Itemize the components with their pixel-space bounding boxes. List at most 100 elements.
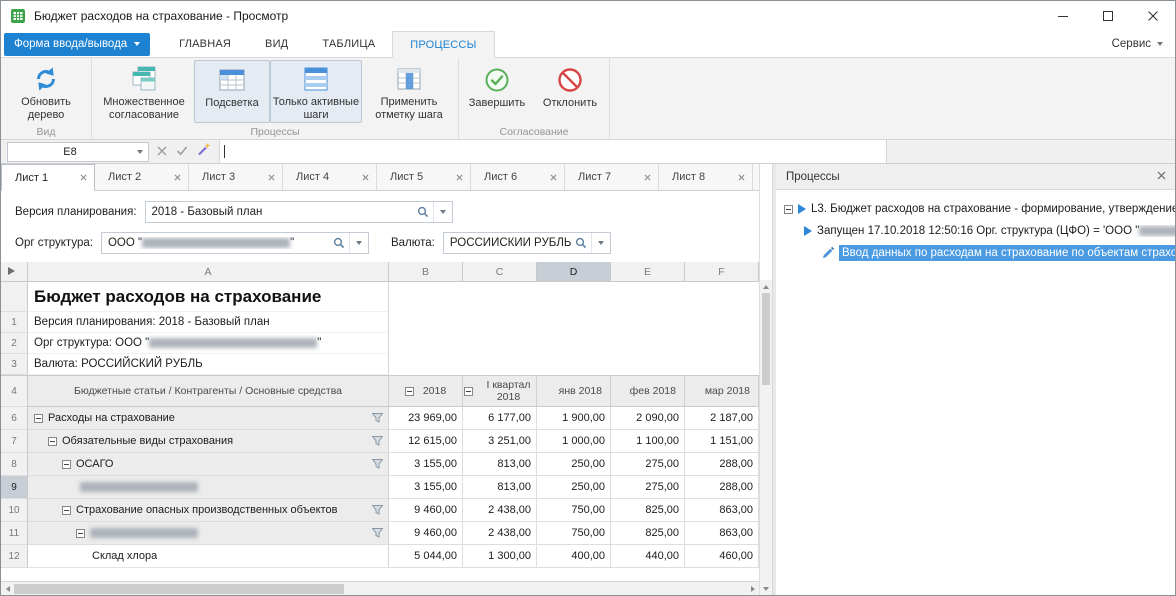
value-cell[interactable]: 1 000,00: [537, 430, 611, 453]
scrollbar-thumb[interactable]: [762, 293, 770, 385]
scroll-up-icon[interactable]: [760, 280, 772, 293]
tab-vid[interactable]: ВИД: [248, 31, 305, 58]
value-cell[interactable]: 1 151,00: [685, 430, 759, 453]
confirm-entry-icon[interactable]: [176, 143, 188, 161]
value-cell[interactable]: 12 615,00: [389, 430, 463, 453]
value-cell[interactable]: 2 090,00: [611, 407, 685, 430]
month-header-cell[interactable]: фев 2018: [611, 376, 685, 407]
value-cell[interactable]: 2 187,00: [685, 407, 759, 430]
row-header[interactable]: 2: [1, 333, 28, 354]
value-cell[interactable]: 440,00: [611, 545, 685, 568]
value-cell[interactable]: 3 251,00: [463, 430, 537, 453]
row-header[interactable]: 11: [1, 522, 28, 545]
value-cell[interactable]: 460,00: [685, 545, 759, 568]
row-header[interactable]: 4: [1, 376, 28, 407]
budget-item-cell[interactable]: Страхование опасных производственных объ…: [28, 499, 389, 522]
horizontal-scrollbar[interactable]: [1, 581, 759, 595]
budget-item-cell[interactable]: Склад хлора: [28, 545, 389, 568]
scroll-right-icon[interactable]: [746, 582, 759, 595]
row-header[interactable]: 3: [1, 354, 28, 375]
filter-icon[interactable]: [372, 528, 383, 538]
column-header-d[interactable]: D: [537, 262, 611, 282]
month-header-cell[interactable]: мар 2018: [685, 376, 759, 407]
process-instance-item[interactable]: Запущен 17.10.2018 12:50:16 Орг. структу…: [776, 220, 1175, 242]
process-tree-root[interactable]: L3. Бюджет расходов на страхование - фор…: [776, 198, 1175, 220]
close-icon[interactable]: [268, 174, 275, 181]
scroll-down-icon[interactable]: [760, 582, 772, 595]
org-info-cell[interactable]: Орг структура: ООО "": [28, 333, 389, 354]
multi-approval-button[interactable]: Множественное согласование: [94, 60, 194, 123]
row-header[interactable]: 8: [1, 453, 28, 476]
formula-input[interactable]: [219, 140, 887, 163]
value-cell[interactable]: 3 155,00: [389, 476, 463, 499]
value-cell[interactable]: 288,00: [685, 453, 759, 476]
active-steps-only-button[interactable]: Только активные шаги: [270, 60, 362, 123]
column-header-a[interactable]: A: [28, 262, 389, 282]
maximize-button[interactable]: [1085, 1, 1130, 31]
close-icon[interactable]: [738, 174, 745, 181]
filter-icon[interactable]: [372, 505, 383, 515]
tab-tablica[interactable]: ТАБЛИЦА: [305, 31, 392, 58]
collapse-icon[interactable]: [76, 529, 85, 538]
cell-reference-box[interactable]: E8: [7, 142, 149, 162]
sheet-tab-8[interactable]: Лист 8: [659, 164, 753, 190]
value-cell[interactable]: 1 300,00: [463, 545, 537, 568]
search-icon[interactable]: [330, 233, 349, 253]
close-icon[interactable]: [80, 174, 87, 181]
close-icon[interactable]: [362, 174, 369, 181]
year-header-cell[interactable]: 2018: [389, 376, 463, 407]
process-step-item[interactable]: Ввод данных по расходам на страхование п…: [776, 242, 1175, 264]
value-cell[interactable]: 5 044,00: [389, 545, 463, 568]
cancel-entry-icon[interactable]: [157, 143, 167, 161]
org-structure-lookup-field[interactable]: ООО "": [101, 232, 369, 254]
row-header[interactable]: [1, 282, 28, 312]
tab-processy[interactable]: ПРОЦЕССЫ: [392, 31, 494, 58]
value-cell[interactable]: 6 177,00: [463, 407, 537, 430]
sheet-tab-5[interactable]: Лист 5: [377, 164, 471, 190]
close-button[interactable]: [1130, 1, 1175, 31]
scrollbar-thumb[interactable]: [14, 584, 344, 594]
value-cell[interactable]: 3 155,00: [389, 453, 463, 476]
collapse-icon[interactable]: [784, 205, 793, 214]
collapse-icon[interactable]: [48, 437, 57, 446]
value-cell[interactable]: 2 438,00: [463, 499, 537, 522]
hierarchy-header-cell[interactable]: Бюджетные статьи / Контрагенты / Основны…: [28, 376, 389, 407]
value-cell[interactable]: 863,00: [685, 499, 759, 522]
value-cell[interactable]: 825,00: [611, 522, 685, 545]
empty-cells[interactable]: [389, 282, 759, 312]
sheet-tab-2[interactable]: Лист 2: [95, 164, 189, 190]
value-cell[interactable]: 750,00: [537, 499, 611, 522]
column-header-b[interactable]: B: [389, 262, 463, 282]
sheet-tab-1[interactable]: Лист 1: [1, 164, 95, 191]
form-io-menu-button[interactable]: Форма ввода/вывода: [4, 33, 150, 56]
empty-cells[interactable]: [389, 333, 759, 354]
empty-cells[interactable]: [389, 312, 759, 333]
row-header[interactable]: 10: [1, 499, 28, 522]
chevron-down-icon[interactable]: [132, 150, 148, 154]
value-cell[interactable]: 750,00: [537, 522, 611, 545]
empty-cells[interactable]: [389, 354, 759, 375]
month-header-cell[interactable]: янв 2018: [537, 376, 611, 407]
budget-item-cell[interactable]: Расходы на страхование: [28, 407, 389, 430]
chevron-down-icon[interactable]: [433, 202, 452, 222]
report-title-cell[interactable]: Бюджет расходов на страхование: [28, 282, 389, 312]
tab-glavnaya[interactable]: ГЛАВНАЯ: [162, 31, 248, 58]
minimize-button[interactable]: [1040, 1, 1085, 31]
row-header-selected[interactable]: 9: [1, 476, 28, 499]
currency-info-cell[interactable]: Валюта: РОССИЙСКИЙ РУБЛЬ: [28, 354, 389, 375]
value-cell[interactable]: 813,00: [463, 453, 537, 476]
value-cell[interactable]: 863,00: [685, 522, 759, 545]
value-cell[interactable]: 250,00: [537, 476, 611, 499]
value-cell[interactable]: 275,00: [611, 453, 685, 476]
value-cell[interactable]: 2 438,00: [463, 522, 537, 545]
row-header[interactable]: 6: [1, 407, 28, 430]
budget-item-cell[interactable]: [28, 476, 389, 499]
complete-button[interactable]: Завершить: [461, 60, 533, 123]
row-header[interactable]: 7: [1, 430, 28, 453]
column-header-c[interactable]: C: [463, 262, 537, 282]
close-icon[interactable]: [644, 174, 651, 181]
highlight-button[interactable]: Подсветка: [194, 60, 270, 123]
close-icon[interactable]: [456, 174, 463, 181]
sheet-tab-7[interactable]: Лист 7: [565, 164, 659, 190]
row-header[interactable]: 1: [1, 312, 28, 333]
